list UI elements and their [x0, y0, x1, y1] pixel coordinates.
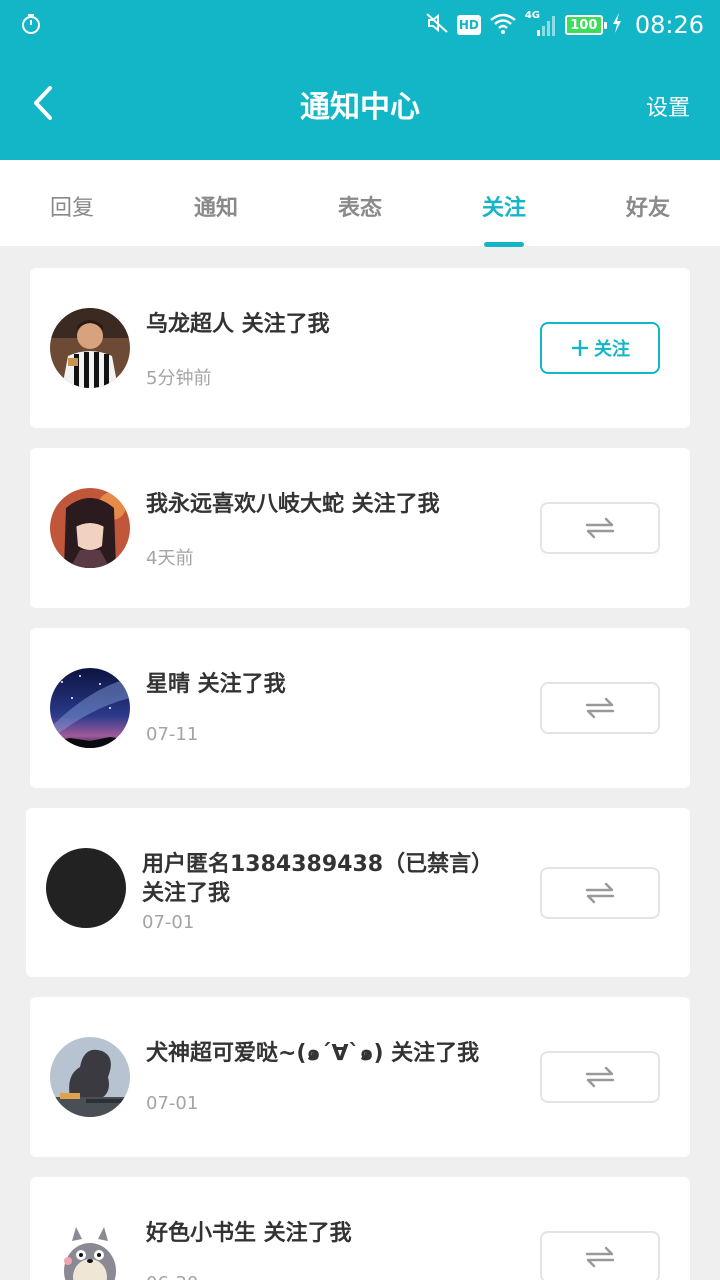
avatar[interactable] [50, 1037, 130, 1117]
mutual-follow-icon [585, 1066, 615, 1088]
mutual-follow-button[interactable] [540, 1231, 660, 1280]
notification-text: 好色小书生 关注了我 [146, 1221, 352, 1246]
notification-time: 4天前 [146, 548, 194, 569]
notification-text-cont: 关注了我 [142, 881, 231, 906]
mutual-follow-icon [585, 882, 615, 904]
avatar[interactable] [50, 668, 130, 748]
avatar[interactable] [50, 1217, 130, 1280]
tab-notice[interactable]: 通知 [144, 190, 288, 222]
list-item[interactable]: 好色小书生 关注了我 06-30 [30, 1177, 690, 1280]
wifi-icon [489, 11, 517, 39]
notification-time: 06-30 [146, 1273, 198, 1280]
notification-time: 07-01 [142, 912, 195, 933]
list-item[interactable]: 星晴 关注了我 07-11 [30, 628, 690, 788]
mutual-follow-button[interactable] [540, 867, 660, 919]
follow-button[interactable]: 关注 [540, 322, 660, 374]
notification-time: 5分钟前 [146, 368, 212, 389]
charging-icon [611, 12, 623, 38]
tab-follow[interactable]: 关注 [432, 190, 576, 222]
notification-text: 犬神超可爱哒~(๑´∀`๑) 关注了我 [146, 1041, 480, 1066]
signal-icon: 4G [525, 10, 557, 38]
nav-bar: 通知中心 设置 [0, 50, 720, 160]
battery-indicator: 100 [564, 15, 607, 35]
mutual-follow-button[interactable] [540, 682, 660, 734]
page-title: 通知中心 [300, 90, 420, 125]
avatar[interactable] [50, 308, 130, 388]
tab-reaction[interactable]: 表态 [288, 190, 432, 222]
mutual-follow-icon [585, 517, 615, 539]
mute-icon [425, 11, 449, 39]
status-bar: HD 4G 100 08:26 [0, 0, 720, 50]
avatar[interactable] [50, 488, 130, 568]
tab-reply[interactable]: 回复 [0, 190, 144, 222]
avatar[interactable] [46, 848, 126, 928]
hd-badge: HD [456, 15, 481, 35]
notification-text: 星晴 关注了我 [146, 672, 286, 697]
mutual-follow-button[interactable] [540, 502, 660, 554]
plus-icon [572, 340, 588, 356]
app-header: HD 4G 100 08:26 通知中心 设置 [0, 0, 720, 160]
notification-text: 用户匿名1384389438（已禁言） [142, 852, 494, 877]
follow-button-label: 关注 [594, 339, 630, 360]
list-item[interactable]: 我永远喜欢八岐大蛇 关注了我 4天前 [30, 448, 690, 608]
notification-text: 乌龙超人 关注了我 [146, 312, 330, 337]
timer-icon [20, 13, 42, 35]
mutual-follow-icon [585, 697, 615, 719]
settings-button[interactable]: 设置 [646, 90, 690, 122]
notification-time: 07-01 [146, 1093, 199, 1114]
tab-friends[interactable]: 好友 [576, 190, 720, 222]
tab-bar: 回复 通知 表态 关注 好友 [0, 160, 720, 247]
mutual-follow-icon [585, 1246, 615, 1268]
active-tab-indicator [484, 242, 524, 247]
list-item[interactable]: 乌龙超人 关注了我 5分钟前 关注 [30, 268, 690, 428]
mutual-follow-button[interactable] [540, 1051, 660, 1103]
notification-time: 07-11 [146, 724, 199, 745]
list-item[interactable]: 犬神超可爱哒~(๑´∀`๑) 关注了我 07-01 [30, 997, 690, 1157]
clock: 08:26 [634, 11, 704, 39]
list-item[interactable]: 用户匿名1384389438（已禁言） 关注了我 07-01 [26, 808, 690, 977]
notification-text: 我永远喜欢八岐大蛇 关注了我 [146, 492, 440, 517]
